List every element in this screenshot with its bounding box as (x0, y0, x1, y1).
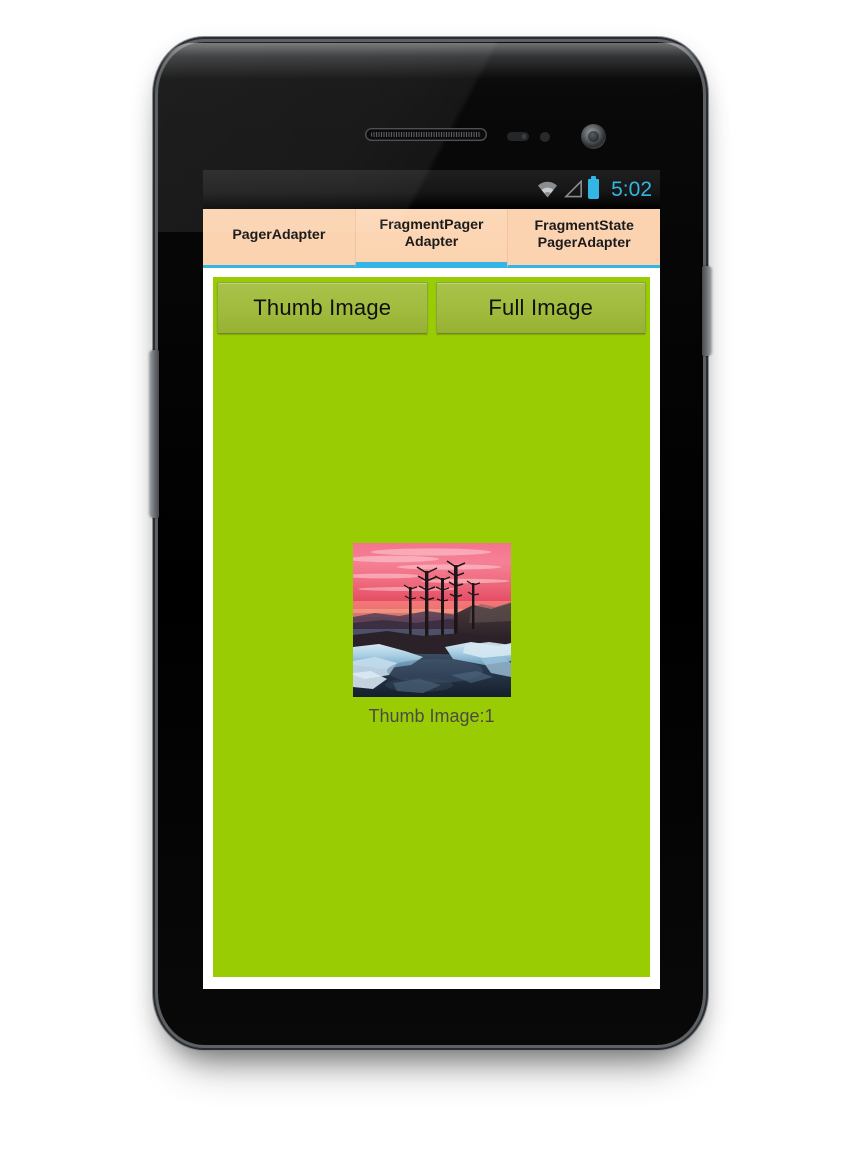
screenshot-canvas: 5:02 PagerAdapter FragmentPager Adapter … (0, 0, 860, 1167)
earpiece-speaker-icon (364, 128, 487, 141)
phone-screen: 5:02 PagerAdapter FragmentPager Adapter … (203, 170, 660, 989)
button-label: Full Image (488, 295, 594, 320)
tab-label: FragmentState PagerAdapter (534, 218, 634, 251)
wifi-icon (538, 181, 558, 198)
ambient-light-sensor-icon (540, 132, 550, 142)
volume-rocker-button[interactable] (150, 350, 159, 518)
thumbnail-photo[interactable] (352, 542, 511, 697)
signal-strength-icon (564, 180, 583, 198)
tab-label: PagerAdapter (232, 226, 326, 243)
android-phone-device: 5:02 PagerAdapter FragmentPager Adapter … (150, 42, 711, 1045)
status-bar-icons: 5:02 (536, 176, 652, 201)
proximity-sensor-icon (507, 132, 529, 141)
battery-icon (588, 176, 600, 199)
tab-strip: PagerAdapter FragmentPager Adapter Fragm… (203, 209, 660, 268)
content-area: Thumb Image Full Image Thumb Image:1 (213, 277, 650, 977)
tab-label: FragmentPager Adapter (379, 216, 484, 250)
thumbnail-caption: Thumb Image:1 (368, 705, 495, 726)
tab-pager-adapter[interactable]: PagerAdapter (203, 209, 355, 268)
status-bar-clock: 5:02 (611, 177, 652, 201)
image-block: Thumb Image:1 (217, 334, 646, 977)
button-label: Thumb Image (253, 295, 392, 320)
front-camera-icon (581, 124, 606, 149)
button-row: Thumb Image Full Image (217, 282, 646, 334)
tab-fragment-state-pager-adapter[interactable]: FragmentState PagerAdapter (507, 209, 660, 268)
power-button[interactable] (702, 266, 711, 356)
view-pager-page: Thumb Image Full Image Thumb Image:1 (203, 268, 660, 989)
full-image-button[interactable]: Full Image (435, 282, 646, 334)
tab-fragment-pager-adapter[interactable]: FragmentPager Adapter (354, 209, 508, 268)
thumb-image-button[interactable]: Thumb Image (217, 282, 428, 334)
status-bar: 5:02 (203, 170, 660, 209)
